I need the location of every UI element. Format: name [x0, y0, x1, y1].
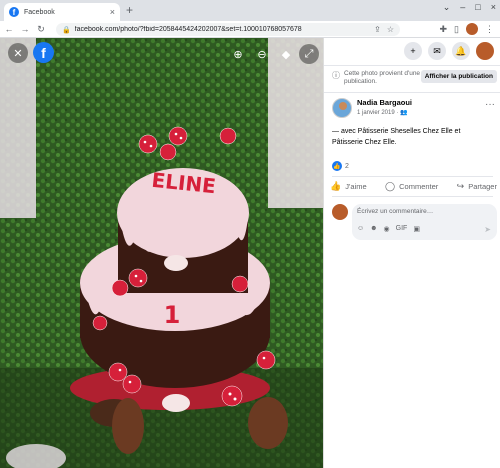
like-reaction-icon: 👍: [332, 161, 342, 171]
cake-number-text: 1: [164, 301, 181, 329]
lock-icon[interactable]: 🔒: [62, 26, 71, 34]
post-actions: 👍 J'aime ◯ Commenter ↪ Partager: [330, 181, 497, 192]
sidebar-icon[interactable]: ▯: [454, 24, 459, 35]
post-date[interactable]: 1 janvier 2019 · 👥: [357, 109, 408, 116]
address-bar[interactable]: 🔒 facebook.com/photo/?fbid=2058445424202…: [56, 23, 400, 36]
new-tab-button[interactable]: +: [126, 3, 133, 17]
profile-avatar[interactable]: [466, 23, 478, 35]
comment-bubble-icon: ◯: [385, 181, 396, 191]
avatar-sticker-icon[interactable]: ☺: [357, 225, 364, 233]
comment-input[interactable]: Écrivez un commentaire… ☺ ☻ ◉ GIF ▣ ➤: [352, 204, 497, 240]
toolbar-right: ✚ ▯ ⋮: [440, 23, 494, 35]
comment-tools: ☺ ☻ ◉ GIF ▣: [357, 225, 420, 233]
facebook-favicon-icon: f: [9, 7, 19, 17]
commenter-avatar: [332, 204, 348, 220]
divider: [324, 65, 500, 66]
comment-placeholder[interactable]: Écrivez un commentaire…: [357, 208, 433, 215]
post-panel: + ✉ 🔔 ⓘ Cette photo provient d'une publi…: [323, 38, 500, 468]
notifications-bell-icon[interactable]: 🔔: [452, 42, 470, 60]
show-publication-button[interactable]: Afficher la publication: [420, 70, 497, 83]
browser-tabbar: f Facebook × + ⌄ – □ ×: [0, 0, 500, 21]
reload-button[interactable]: ↻: [34, 24, 48, 35]
back-button[interactable]: ←: [2, 24, 16, 34]
zoom-out-icon[interactable]: ⊖: [252, 44, 272, 64]
window-controls: ⌄ – □ ×: [443, 2, 496, 13]
more-options-icon[interactable]: ···: [485, 99, 495, 110]
emoji-icon[interactable]: ☻: [370, 225, 377, 233]
extensions-icon[interactable]: ✚: [440, 24, 448, 35]
browser-toolbar: ← → ↻ 🔒 facebook.com/photo/?fbid=2058445…: [0, 21, 500, 38]
tab-close-icon[interactable]: ×: [110, 7, 115, 17]
share-button[interactable]: ↪ Partager: [457, 181, 497, 192]
post-caption: — avec Pâtisserie Sheselles Chez Elle et…: [332, 128, 461, 146]
url-text[interactable]: facebook.com/photo/?fbid=205844542420200…: [75, 26, 368, 33]
camera-icon[interactable]: ◉: [384, 225, 390, 233]
divider: [324, 92, 500, 93]
menu-icon[interactable]: ⋮: [485, 24, 494, 35]
facebook-logo[interactable]: f: [33, 42, 54, 63]
divider: [332, 176, 493, 177]
notice-text: Cette photo provient d'une publication.: [344, 70, 421, 86]
create-plus-icon[interactable]: +: [404, 42, 422, 60]
reactions-summary[interactable]: 👍 2: [332, 161, 349, 171]
tab-search-icon[interactable]: ⌄: [443, 2, 451, 13]
publication-notice: ⓘ Cette photo provient d'une publication…: [332, 70, 497, 87]
photo-viewer: ELINE 1 ✕ f ⊕ ⊖ ◆ ⤢: [0, 38, 323, 468]
cake-photo: ELINE 1: [0, 38, 323, 468]
comment-button[interactable]: ◯ Commenter: [385, 181, 438, 192]
maximize-button[interactable]: □: [475, 2, 480, 13]
share-icon[interactable]: ⇪: [374, 25, 381, 34]
tag-icon[interactable]: ◆: [276, 44, 296, 64]
post-author: Nadia Bargaoui 1 janvier 2019 · 👥 ···: [332, 96, 497, 120]
gif-icon[interactable]: GIF: [396, 225, 408, 233]
author-avatar[interactable]: [332, 98, 352, 118]
close-viewer-button[interactable]: ✕: [8, 43, 28, 63]
author-name[interactable]: Nadia Bargaoui: [357, 98, 412, 107]
zoom-in-icon[interactable]: ⊕: [228, 44, 248, 64]
fullscreen-icon[interactable]: ⤢: [299, 44, 319, 64]
like-label: J'aime: [345, 182, 367, 191]
minimize-button[interactable]: –: [460, 2, 465, 13]
window-close-button[interactable]: ×: [491, 2, 496, 13]
comment-label: Commenter: [399, 182, 439, 191]
send-icon[interactable]: ➤: [484, 225, 491, 234]
bookmark-star-icon[interactable]: ☆: [387, 25, 394, 34]
account-avatar[interactable]: [476, 42, 494, 60]
divider: [332, 196, 493, 197]
info-icon: ⓘ: [332, 71, 340, 80]
messenger-icon[interactable]: ✉: [428, 42, 446, 60]
reaction-count[interactable]: 2: [345, 163, 349, 170]
like-button[interactable]: 👍 J'aime: [330, 181, 367, 192]
thumbs-up-icon: 👍: [330, 181, 342, 191]
sticker-icon[interactable]: ▣: [413, 225, 420, 233]
browser-tab[interactable]: f Facebook ×: [4, 3, 120, 21]
header-icons: + ✉ 🔔: [404, 42, 494, 60]
tab-title: Facebook: [24, 8, 55, 16]
forward-button[interactable]: →: [18, 24, 32, 34]
share-arrow-icon: ↪: [456, 181, 465, 191]
share-label: Partager: [468, 182, 497, 191]
